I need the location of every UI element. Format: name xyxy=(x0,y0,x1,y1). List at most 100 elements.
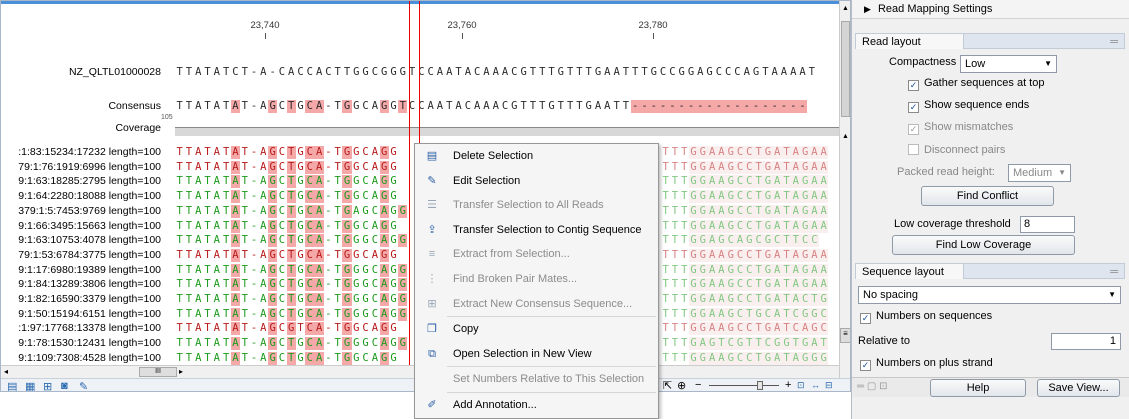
section-menu-icon[interactable]: ═ xyxy=(1110,34,1118,50)
reference-sequence[interactable]: TTATATCT-A-CACCACTTGGCGGGTCCAATACAAACGTT… xyxy=(175,66,816,79)
menu-item-extract-new-consensus-sequence[interactable]: ⊞ Extract New Consensus Sequence... xyxy=(415,292,658,317)
hscroll-thumb[interactable]: III xyxy=(139,367,177,377)
read-sequence-left[interactable]: TTATATAT-AGCTGCA-TGGGCAGG xyxy=(175,263,408,277)
read-layout-tab[interactable]: Read layout xyxy=(856,34,964,49)
read-sequence-right[interactable]: TTTGGAAGCCTGATAGAA xyxy=(661,263,829,277)
zoom-slider[interactable] xyxy=(709,385,779,386)
broken-pair-icon: ⋮ xyxy=(426,272,438,285)
scroll-thumb[interactable] xyxy=(841,21,850,117)
consensus-row[interactable]: Consensus TTATATAT-AGCTGCA-TGGCAGGTCCAAT… xyxy=(1,100,839,113)
read-sequence-right[interactable]: TTTGGAAGCTGCATCGGC xyxy=(661,307,829,321)
read-sequence-left[interactable]: TTATATAT-AGCTGCA-TGGCAGG xyxy=(175,175,398,189)
checkbox-checked-icon[interactable]: ✓ xyxy=(860,313,871,324)
zoom-in-plus-icon[interactable]: + xyxy=(785,379,791,391)
find-conflict-button[interactable]: Find Conflict xyxy=(921,186,1054,206)
menu-item-open-selection-in-new-view[interactable]: ⧉ Open Selection in New View xyxy=(415,342,658,367)
collapse-panel-icon[interactable]: ▶ xyxy=(864,4,871,14)
gather-sequences-checkbox[interactable]: ✓ Gather sequences at top xyxy=(908,77,1044,91)
help-button[interactable]: Help xyxy=(930,379,1026,397)
read-sequence-right[interactable]: TTTGAGTCGTTCGGTGAT xyxy=(661,337,829,351)
menu-item-edit-selection[interactable]: ✎ Edit Selection xyxy=(415,169,658,194)
read-sequence-right[interactable]: TTTGGAAGCCTGATAGAA xyxy=(661,219,829,233)
read-sequence-left[interactable]: TTATATAT-AGCTGCA-TGGCAGG xyxy=(175,146,398,159)
read-sequence-right[interactable]: TTTGGAAGCCTGATAGGG xyxy=(661,351,829,365)
read-sequence-left[interactable]: TTATATAT-AGCTGCA-TGGCAGG xyxy=(175,190,398,204)
save-view-button[interactable]: Save View... xyxy=(1037,379,1120,397)
menu-item-delete-selection[interactable]: ▤ Delete Selection xyxy=(415,144,658,169)
read-sequence-right[interactable]: TTTGGAAGCCTGATCAGC xyxy=(661,322,829,336)
spacing-select[interactable]: No spacing ▼ xyxy=(858,286,1121,304)
read-sequence-left[interactable]: TTATATAT-AGCTGCA-TGGCAGG xyxy=(175,160,398,174)
menu-item-transfer-selection-to-contig-sequence[interactable]: ⇪ Transfer Selection to Contig Sequence xyxy=(415,218,658,243)
find-low-coverage-button[interactable]: Find Low Coverage xyxy=(892,235,1075,255)
consensus-sequence[interactable]: TTATATAT-AGCTGCA-TGGCAGGTCCAATACAAACGTTT… xyxy=(175,100,808,113)
numbers-on-plus-strand-checkbox[interactable]: ✓ Numbers on plus strand xyxy=(860,357,993,371)
scroll-up-icon[interactable]: ▲ xyxy=(842,133,849,140)
read-sequence-right[interactable]: TTTGGAAGCCTGATAGAA xyxy=(661,190,829,204)
notes-icon[interactable]: ✎ xyxy=(79,380,88,391)
scroll-left-icon[interactable]: ◂ xyxy=(4,367,8,376)
pointer-tool-icon[interactable]: ⇱ xyxy=(663,379,672,391)
checkbox-checked-icon[interactable]: ✓ xyxy=(908,80,919,91)
read-sequence-left[interactable]: TTATATAT-AGCTGCA-TGGGCAGG xyxy=(175,307,408,321)
checkbox-unchecked-icon[interactable] xyxy=(908,144,919,155)
reference-row[interactable]: NZ_QLTL01000028 TTATATCT-A-CACCACTTGGCGG… xyxy=(1,66,839,79)
menu-item-set-numbers-relative-to-this-selection[interactable]: Set Numbers Relative to This Selection xyxy=(415,367,658,392)
sequence-layout-header[interactable]: Sequence layout ═ xyxy=(855,263,1125,279)
graph-view-icon[interactable]: ▦ xyxy=(25,380,35,391)
read-sequence-left[interactable]: TTATATAT-AGCTGCA-TGAGCAGG xyxy=(175,204,408,218)
section-menu-icon[interactable]: ═ xyxy=(1110,264,1118,280)
read-sequence-left[interactable]: TTATATAT-AGCTGCA-TGGCAGG xyxy=(175,219,398,233)
read-sequence-left[interactable]: TTATATAT-AGCGTCA-TGGCAGG xyxy=(175,322,398,336)
relative-to-input[interactable]: 1 xyxy=(1051,333,1121,350)
menu-item-copy[interactable]: ❐ Copy xyxy=(415,317,658,342)
read-sequence-left[interactable]: TTATATAT-AGCTGCA-TGGCAGG xyxy=(175,351,398,365)
checkbox-checked-icon[interactable]: ✓ xyxy=(908,102,919,113)
compactness-select[interactable]: Low ▼ xyxy=(960,55,1057,73)
menu-item-find-broken-pair-mates[interactable]: ⋮ Find Broken Pair Mates... xyxy=(415,267,658,292)
zoom-out-icon[interactable]: − xyxy=(695,379,701,391)
scroll-up-icon[interactable]: ▲ xyxy=(842,5,849,12)
read-sequence-right[interactable]: TTTGGAAGCCTGATAGAA xyxy=(661,160,829,174)
read-sequence-right[interactable]: TTTGGAAGCCTGATAGAA xyxy=(661,146,829,159)
read-sequence-right[interactable]: TTTGGAGCAGCGCTTCC xyxy=(661,234,820,248)
grid-view-icon[interactable]: ⊞ xyxy=(43,380,52,391)
read-layout-header[interactable]: Read layout ═ xyxy=(855,33,1125,49)
history-icon[interactable]: ◙ xyxy=(61,380,68,391)
show-mismatches-checkbox[interactable]: ✓ Show mismatches xyxy=(908,121,1013,135)
read-sequence-left[interactable]: TTATATAT-AGCTGCA-TGGGCAGG xyxy=(175,337,408,351)
vertical-scrollbar[interactable]: ▲ ▲ ≡ xyxy=(839,1,850,379)
packed-read-height-select[interactable]: Medium ▼ xyxy=(1008,164,1071,182)
disconnect-pairs-checkbox[interactable]: Disconnect pairs xyxy=(908,144,1005,156)
panel-title-bar[interactable]: ▶ Read Mapping Settings xyxy=(852,0,1129,19)
read-sequence-right[interactable]: TTTGGAAGCCTGATAGAA xyxy=(661,204,829,218)
numbers-on-sequences-checkbox[interactable]: ✓ Numbers on sequences xyxy=(860,310,992,324)
read-sequence-right[interactable]: TTTGGAAGCCTGATAGAA xyxy=(661,175,829,189)
scroll-thumb[interactable]: ≡ xyxy=(840,328,850,343)
scroll-right-icon[interactable]: ▸ xyxy=(179,367,183,376)
zoom-in-icon[interactable]: ⊕ xyxy=(677,379,686,391)
new-view-icon: ⧉ xyxy=(428,347,436,360)
menu-item-extract-from-selection[interactable]: ≡ Extract from Selection... xyxy=(415,242,658,267)
menu-item-transfer-selection-to-all-reads[interactable]: ☰ Transfer Selection to All Reads xyxy=(415,193,658,218)
read-sequence-right[interactable]: TTTGGAAGCCTGATACTG xyxy=(661,293,829,306)
read-sequence-left[interactable]: TTATATAT-AGCTGCA-TGGGCAGG xyxy=(175,234,408,248)
checkbox-checked-icon[interactable]: ✓ xyxy=(908,124,919,135)
show-sequence-ends-checkbox[interactable]: ✓ Show sequence ends xyxy=(908,99,1029,113)
fit-width-icon[interactable]: ⊡ xyxy=(797,380,805,391)
zoom-100-icon[interactable]: ⊟ xyxy=(825,380,833,391)
read-sequence-right[interactable]: TTTGGAAGCCTGATAGAA xyxy=(661,278,829,292)
sequence-layout-tab[interactable]: Sequence layout xyxy=(856,264,964,279)
menu-item-label: Edit Selection xyxy=(453,174,521,187)
panel-icons[interactable]: ═ ▢ ⊡ xyxy=(857,381,887,392)
read-sequence-left[interactable]: TTATATAT-AGCTGCA-TGGGCAGG xyxy=(175,293,408,306)
read-sequence-right[interactable]: TTTGGAAGCCTGATAGAA xyxy=(661,248,829,262)
fit-both-icon[interactable]: ↔ xyxy=(811,380,820,390)
table-view-icon[interactable]: ▤ xyxy=(7,380,17,391)
zoom-slider-thumb[interactable] xyxy=(757,381,763,390)
checkbox-checked-icon[interactable]: ✓ xyxy=(860,360,871,371)
read-sequence-left[interactable]: TTATATAT-AGCTGCA-TGGCAGG xyxy=(175,248,398,262)
read-sequence-left[interactable]: TTATATAT-AGCTGCA-TGGGCAGG xyxy=(175,278,408,292)
low-coverage-input[interactable]: 8 xyxy=(1020,216,1075,233)
menu-item-add-annotation[interactable]: ✐ Add Annotation... xyxy=(415,393,658,418)
